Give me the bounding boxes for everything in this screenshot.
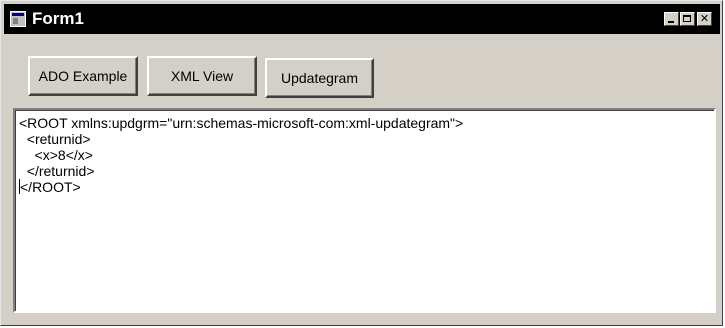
close-button[interactable]: ✕ (697, 12, 712, 26)
xml-textbox[interactable]: <ROOT xmlns:updgrm="urn:schemas-microsof… (13, 108, 716, 313)
minimize-icon (668, 21, 674, 23)
form1-window: Form1 ✕ ADO Example XML View Updategram … (0, 0, 723, 326)
maximize-icon (683, 15, 691, 22)
ado-example-button[interactable]: ADO Example (28, 56, 138, 96)
text-line-content: </ROOT> (20, 179, 81, 195)
xml-view-button[interactable]: XML View (147, 56, 257, 96)
window-title: Form1 (32, 9, 84, 28)
minimize-button[interactable] (664, 12, 679, 26)
text-line-caret: </ROOT> (19, 179, 710, 195)
text-line: <x>8</x> (19, 147, 93, 163)
maximize-button[interactable] (680, 12, 695, 26)
close-icon: ✕ (699, 12, 710, 25)
title-bar[interactable]: Form1 ✕ (4, 4, 720, 34)
text-line: </returnid> (19, 163, 95, 179)
app-icon[interactable] (10, 11, 26, 27)
text-line: <ROOT xmlns:updgrm="urn:schemas-microsof… (19, 115, 464, 131)
text-line: <returnid> (19, 131, 91, 147)
updategram-button[interactable]: Updategram (265, 58, 374, 98)
